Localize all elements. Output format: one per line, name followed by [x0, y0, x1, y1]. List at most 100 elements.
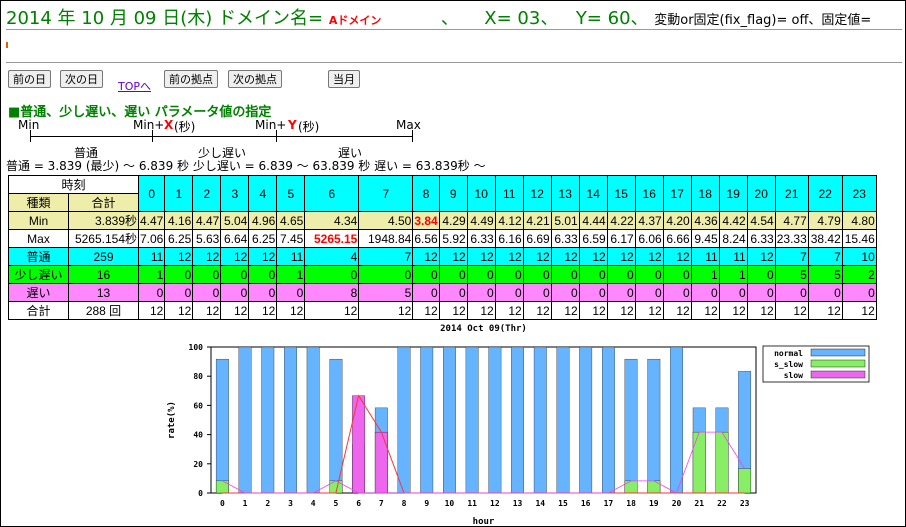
- table-cell: 0: [690, 283, 720, 302]
- table-cell: 1: [276, 265, 306, 284]
- table-cell: 0: [494, 283, 524, 302]
- table-cell: 6.59: [578, 229, 608, 248]
- table-cell: 9.45: [690, 229, 720, 248]
- bar-normal: [261, 346, 275, 494]
- table-cell: 0: [358, 265, 414, 284]
- table-cell: 12: [466, 247, 496, 266]
- table-row: 合計 288 回 12 12 12 12 12 12 12 12 12 12 12 12 12 12 12 12 1…: [8, 301, 877, 320]
- x-tick-label: 2: [265, 499, 270, 508]
- table-cell: 12: [358, 301, 414, 320]
- x-tick-label: 14: [535, 499, 545, 508]
- row-label: 合計: [8, 301, 69, 320]
- table-cell: 0: [466, 265, 496, 284]
- table-cell: 0: [578, 283, 608, 302]
- table-cell: 0: [550, 283, 580, 302]
- table-cell: 6.33: [550, 229, 580, 248]
- table-cell: 12: [412, 247, 440, 266]
- table-cell: 2: [841, 265, 877, 284]
- table-row: 少し遅い 16 1 0 0 0 0 1 0 0 0 0 0 0 0 0 0 0 0 0 1 1 0 5 5 2: [8, 265, 877, 284]
- table-cell: 6.25: [248, 229, 278, 248]
- bar-normal: [602, 346, 615, 494]
- scale-min: Min: [18, 118, 40, 132]
- table-cell: 0: [578, 265, 608, 284]
- table-cell: 4.79: [807, 211, 843, 230]
- hour-header: 23: [841, 175, 877, 212]
- table-cell: 0: [746, 283, 776, 302]
- table-cell: 4.12: [494, 211, 524, 230]
- scale-tick: [30, 130, 31, 142]
- table-cell: 4.54: [746, 211, 776, 230]
- bar-normal: [511, 346, 524, 494]
- divider: [6, 62, 902, 63]
- table-cell: 1948.84: [358, 229, 414, 248]
- table-cell: 12: [248, 301, 278, 320]
- table-cell: 12: [248, 247, 278, 266]
- scale-min-x: Min+: [133, 118, 165, 132]
- hour-header: 0: [137, 175, 166, 212]
- hour-header: 11: [494, 175, 524, 212]
- table-cell: 4.80: [841, 211, 877, 230]
- table-cell: 0: [192, 265, 222, 284]
- table-cell: 4.65: [276, 211, 306, 230]
- legend-label-slow: slow: [784, 371, 803, 380]
- bar-normal: [238, 346, 252, 494]
- bar-s_slow: [647, 480, 661, 494]
- table-cell: 12: [718, 301, 748, 320]
- table-cell: 6.33: [746, 229, 776, 248]
- table-cell: 4.16: [164, 211, 194, 230]
- y-tick-label: 20: [193, 460, 203, 469]
- row-label: Max: [8, 229, 69, 248]
- hourly-table: 時刻 0 1 2 3 4 5 6 7 8 9 10 11 12 13 14 15 16 17 18 19 20 21 22 23…: [8, 175, 877, 320]
- table-cell: 12: [522, 301, 552, 320]
- y-tick-label: 60: [193, 401, 203, 410]
- divider: [6, 29, 902, 30]
- legend-swatch-normal: [810, 348, 866, 357]
- hour-header: 2: [192, 175, 222, 212]
- legend-label-s_slow: s_slow: [774, 360, 803, 369]
- x-tick-label: 9: [424, 499, 429, 508]
- bar-normal: [579, 346, 593, 494]
- table-cell: 5: [807, 265, 843, 284]
- legend-label-normal: normal: [774, 349, 803, 358]
- top-link[interactable]: TOPへ: [118, 78, 151, 94]
- hour-header: 16: [634, 175, 664, 212]
- table-cell: 12: [634, 301, 664, 320]
- next-site-button[interactable]: 次の拠点: [228, 70, 282, 88]
- rate-chart: 2014 Oct 09(Thr)0204060801000 1 2 3 4 5 6 7 8 9 10…: [167, 324, 870, 527]
- table-cell: 4.29: [438, 211, 468, 230]
- table-cell: 12: [522, 247, 552, 266]
- x-tick-label: 10: [445, 499, 455, 508]
- this-month-button[interactable]: 当月: [328, 70, 360, 88]
- table-cell: 7: [358, 247, 414, 266]
- legend-swatch-s_slow: [810, 359, 866, 368]
- page-title: 2014 年 10 月 09 日(木) ドメイン名= Aドメイン 、 X= 03…: [6, 4, 871, 29]
- hour-header: 7: [358, 175, 414, 212]
- table-cell: 5.04: [220, 211, 250, 230]
- table-cell: 4: [304, 247, 360, 266]
- x-tick-label: 11: [467, 499, 477, 508]
- hour-header: 20: [746, 175, 776, 212]
- y-axis-label: rate(%): [167, 401, 177, 439]
- table-cell: 0: [634, 283, 664, 302]
- prev-day-button[interactable]: 前の日: [8, 70, 51, 88]
- hour-header: 4: [248, 175, 278, 212]
- x-tick-label: 19: [649, 499, 659, 508]
- x-tick-label: 8: [402, 499, 407, 508]
- hour-header: 6: [304, 175, 360, 212]
- table-cell: 1: [718, 265, 748, 284]
- table-cell: 12: [746, 301, 776, 320]
- table-cell: 0: [438, 283, 468, 302]
- x-tick-label: 7: [379, 499, 384, 508]
- table-cell: 12: [807, 301, 843, 320]
- table-cell: 0: [304, 265, 360, 284]
- scale-min-y: Min+: [255, 118, 287, 132]
- row-label: 普通: [8, 247, 69, 266]
- range-summary: 普通 = 3.839 (最少) ～ 6.839 秒 少し遅い = 6.839 ～…: [6, 159, 486, 173]
- row-total: 13: [68, 283, 139, 302]
- hour-header: 12: [522, 175, 552, 212]
- table-cell: 4.37: [634, 211, 664, 230]
- next-day-button[interactable]: 次の日: [60, 70, 103, 88]
- prev-site-button[interactable]: 前の拠点: [164, 70, 218, 88]
- table-cell: 11: [690, 247, 720, 266]
- domain-value: Aドメイン: [328, 14, 382, 27]
